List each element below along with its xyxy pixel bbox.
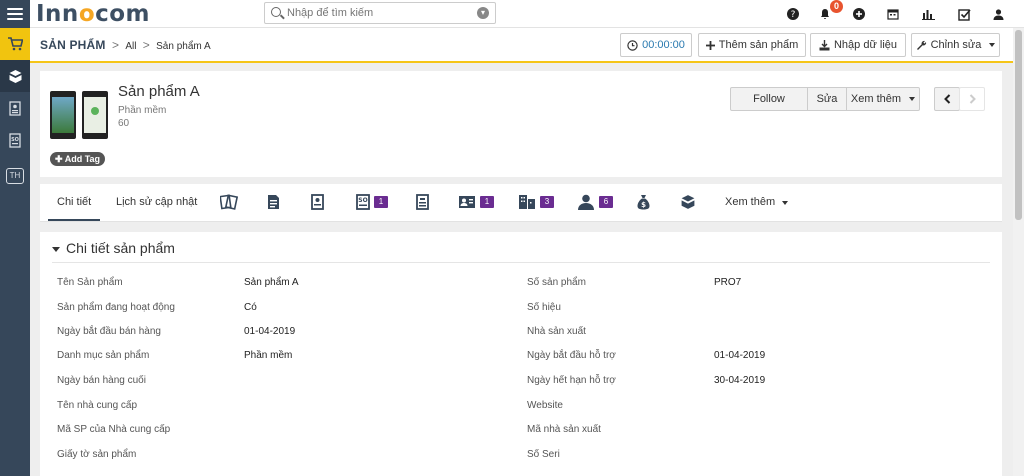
box-icon bbox=[9, 69, 21, 83]
breadcrumb-current: Sản phẩm A bbox=[156, 41, 211, 52]
timer-button[interactable]: 00:00:00 bbox=[620, 33, 692, 57]
edit-dropdown-button[interactable]: Chỉnh sửa bbox=[911, 33, 1000, 57]
add-tag-button[interactable]: ✚ Add Tag bbox=[50, 152, 106, 166]
product-image-1[interactable] bbox=[50, 91, 76, 139]
contact-card-icon bbox=[459, 196, 475, 208]
tab-count-badge: 1 bbox=[374, 196, 388, 208]
chevron-down-icon bbox=[909, 97, 916, 101]
breadcrumb-module[interactable]: SẢN PHẨM bbox=[40, 38, 106, 52]
building-icon bbox=[519, 195, 535, 209]
sidebar: SO TH bbox=[0, 28, 30, 476]
chevron-down-icon bbox=[989, 43, 996, 47]
chevron-left-icon bbox=[943, 94, 950, 104]
documents-icon bbox=[220, 194, 238, 210]
bar-chart-icon[interactable] bbox=[919, 5, 937, 23]
breadcrumb: SẢN PHẨM > All > Sản phẩm A bbox=[40, 38, 211, 52]
user-icon[interactable] bbox=[989, 5, 1007, 23]
add-product-button[interactable]: Thêm sản phẩm bbox=[698, 33, 806, 57]
notification-badge: 0 bbox=[830, 0, 843, 13]
wrench-icon bbox=[916, 40, 926, 50]
person-icon bbox=[578, 194, 594, 210]
download-icon bbox=[819, 39, 830, 50]
global-search[interactable]: ▾ bbox=[264, 2, 496, 24]
app-logo[interactable]: Innocom bbox=[36, 1, 150, 27]
edit-button[interactable]: Sửa bbox=[807, 87, 847, 111]
follow-button[interactable]: Follow bbox=[730, 87, 808, 111]
product-number: 60 bbox=[118, 118, 130, 129]
sidebar-item-th[interactable]: TH bbox=[0, 160, 30, 192]
sidebar-item-contacts[interactable] bbox=[0, 92, 30, 124]
tab-count-badge: 1 bbox=[480, 196, 494, 208]
next-record-button[interactable] bbox=[959, 87, 985, 111]
panel-title[interactable]: Chi tiết sản phẩm bbox=[52, 240, 175, 256]
chevron-down-icon bbox=[782, 201, 789, 205]
product-image-2[interactable] bbox=[82, 91, 108, 139]
scrollbar-thumb[interactable] bbox=[1015, 30, 1022, 220]
record-tabs: Chi tiết Lịch sử cập nhật SO 1 1 3 6 $ Xe… bbox=[40, 184, 1002, 222]
id-card-icon bbox=[9, 100, 21, 116]
tab-contacts-list[interactable]: 1 bbox=[458, 193, 494, 211]
more-actions-button[interactable]: Xem thêm bbox=[846, 87, 920, 111]
tab-count-badge: 3 bbox=[540, 196, 554, 208]
sidebar-item-sales[interactable] bbox=[0, 28, 30, 60]
previous-record-button[interactable] bbox=[934, 87, 960, 111]
cart-icon bbox=[8, 37, 23, 51]
product-detail-panel: Chi tiết sản phẩm Tên Sản phẩm Sản phẩm A… bbox=[40, 232, 1002, 476]
top-bar: Innocom ▾ ? 0 bbox=[0, 0, 1024, 28]
id-card-icon bbox=[311, 194, 324, 210]
tab-more[interactable]: Xem thêm bbox=[725, 196, 789, 208]
collapse-icon bbox=[52, 246, 60, 252]
tab-contacts[interactable] bbox=[311, 193, 324, 211]
tab-invoices[interactable] bbox=[416, 193, 429, 211]
svg-text:SO: SO bbox=[358, 197, 367, 204]
tab-products[interactable] bbox=[680, 193, 696, 211]
box-icon bbox=[681, 195, 695, 209]
product-header-card: Sản phẩm A Phần mềm 60 ✚ Add Tag Follow … bbox=[40, 71, 1002, 177]
product-name: Sản phẩm A bbox=[118, 83, 200, 100]
import-button[interactable]: Nhập dữ liệu bbox=[810, 33, 906, 57]
tab-notes[interactable] bbox=[267, 193, 280, 211]
breadcrumb-all[interactable]: All bbox=[125, 41, 136, 52]
sidebar-item-quotes[interactable]: SO bbox=[0, 124, 30, 156]
calendar-icon[interactable] bbox=[884, 5, 902, 23]
breadcrumb-bar: SẢN PHẨM > All > Sản phẩm A 00:00:00 Thê… bbox=[30, 28, 1013, 63]
money-bag-icon: $ bbox=[637, 195, 650, 210]
search-input[interactable] bbox=[287, 5, 467, 21]
svg-text:SO: SO bbox=[11, 137, 19, 143]
tab-persons[interactable]: 6 bbox=[577, 193, 613, 211]
product-category: Phần mềm bbox=[118, 105, 167, 116]
help-icon[interactable]: ? bbox=[784, 5, 802, 23]
note-icon bbox=[268, 195, 279, 209]
svg-text:$: $ bbox=[641, 201, 646, 209]
search-options-icon[interactable]: ▾ bbox=[477, 7, 489, 19]
svg-text:?: ? bbox=[791, 10, 796, 20]
divider bbox=[52, 262, 990, 263]
checkbox-icon[interactable] bbox=[955, 5, 973, 23]
tab-organizations[interactable]: 3 bbox=[518, 193, 554, 211]
invoice-icon bbox=[416, 194, 429, 210]
page-scrollbar[interactable] bbox=[1013, 28, 1024, 476]
tab-money[interactable]: $ bbox=[637, 193, 650, 211]
sidebar-item-products[interactable] bbox=[0, 60, 30, 92]
menu-icon[interactable] bbox=[0, 0, 30, 28]
chevron-right-icon bbox=[969, 94, 976, 104]
tab-quotes[interactable]: SO 1 bbox=[356, 193, 388, 211]
tab-detail[interactable]: Chi tiết bbox=[48, 196, 101, 221]
clock-icon bbox=[627, 39, 638, 51]
search-icon bbox=[271, 7, 281, 17]
document-so-icon: SO bbox=[9, 132, 21, 148]
tab-history[interactable]: Lịch sử cập nhật bbox=[116, 196, 197, 208]
plus-icon bbox=[705, 40, 715, 50]
tab-count-badge: 6 bbox=[599, 196, 613, 208]
document-so-icon: SO bbox=[356, 194, 370, 210]
tab-documents[interactable] bbox=[220, 193, 238, 211]
add-circle-icon[interactable] bbox=[850, 5, 868, 23]
